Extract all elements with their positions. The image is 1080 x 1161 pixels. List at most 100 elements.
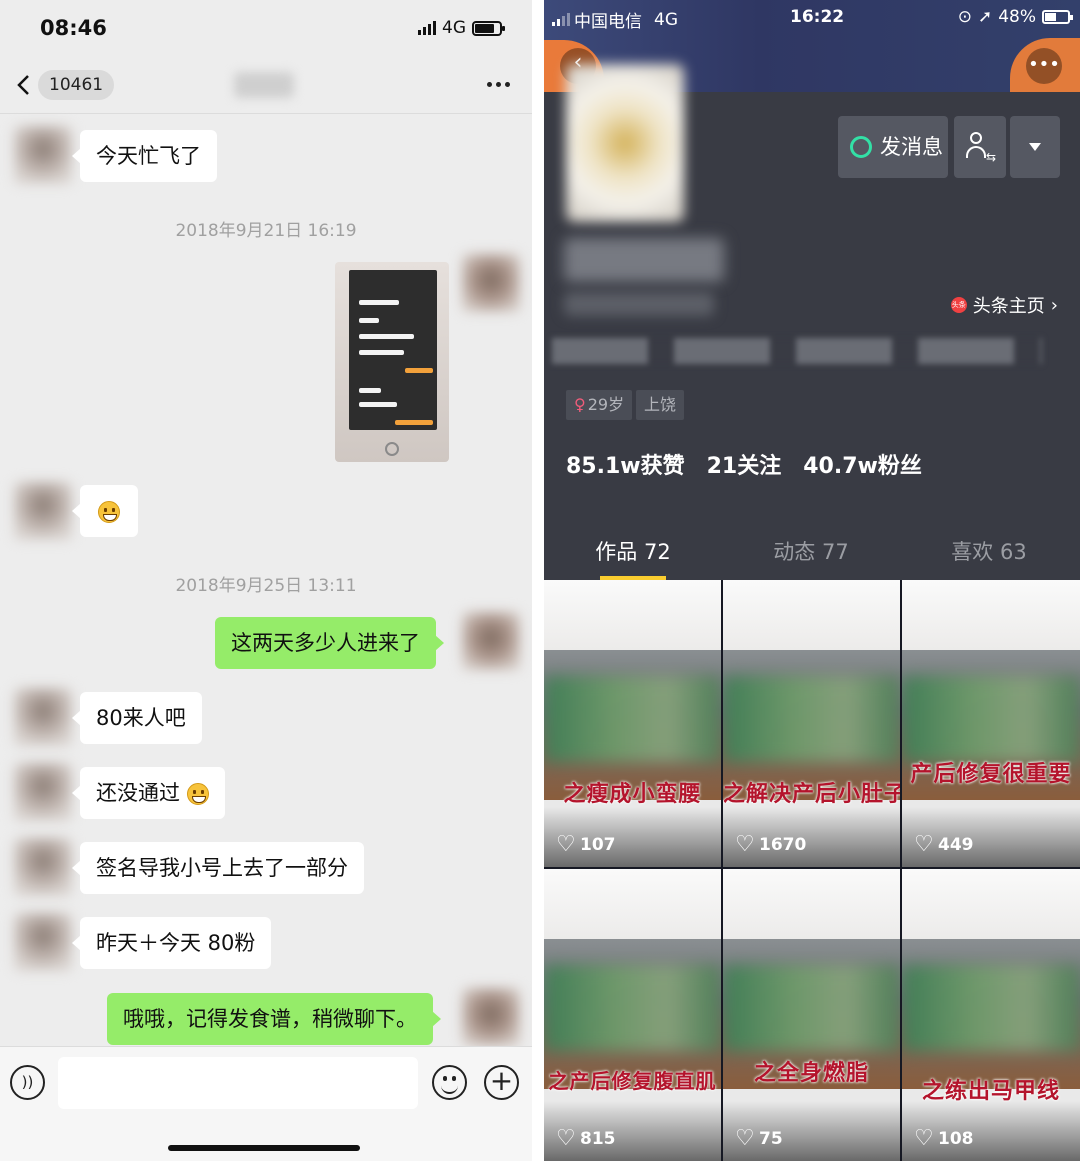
message-bubble-incoming[interactable]: 签名导我小号上去了一部分 [72, 842, 364, 894]
message-bubble-outgoing[interactable]: 哦哦，记得发食谱，稍微聊下。 [107, 993, 441, 1045]
carrier-name: 中国电信 [574, 12, 642, 32]
contact-avatar[interactable] [14, 913, 72, 971]
my-avatar[interactable] [462, 612, 520, 670]
video-likes: 108 [914, 1126, 974, 1151]
message-bubble-incoming[interactable]: 80来人吧 [72, 692, 202, 744]
heart-icon [914, 832, 934, 857]
battery-icon [1042, 10, 1073, 24]
message-text: 还没通过 [96, 781, 180, 805]
location-tag: 上饶 [636, 390, 685, 420]
age-tag: ♀ 29岁 [566, 390, 633, 420]
message-timestamp: 2018年9月21日 16:19 [175, 221, 357, 241]
emoji-button-icon[interactable] [432, 1065, 467, 1100]
contact-avatar[interactable] [14, 126, 72, 184]
add-attachment-icon[interactable]: + [484, 1065, 519, 1100]
status-right: 4G [418, 18, 505, 38]
heart-icon [735, 1126, 755, 1151]
status-bar: 中国电信 4G 16:22 ⊙ ➚ 48% [544, 0, 1080, 34]
profile-avatar[interactable] [566, 64, 684, 222]
send-message-label: 发消息 [880, 135, 943, 159]
female-icon: ♀ [574, 395, 586, 414]
heart-icon [556, 1126, 576, 1151]
screenshot-content [349, 270, 437, 430]
network-label: 4G [654, 9, 678, 30]
shared-screenshot-image[interactable] [335, 262, 449, 462]
panel-divider [532, 0, 544, 1161]
tab-activity[interactable]: 动态 77 [722, 536, 900, 566]
toutiao-homepage-link[interactable]: 头条 头条主页 › [950, 292, 1058, 318]
video-likes: 1670 [735, 832, 806, 857]
profile-tabs: 作品 72 动态 77 喜欢 63 [544, 520, 1080, 580]
follow-settings-button[interactable]: ⇆ [954, 116, 1006, 178]
video-grid: 之瘦成小蛮腰 107 之解决产后小肚子 1670 产后修复很重要 449 之产后… [544, 580, 1080, 1161]
message-bubble-incoming[interactable] [72, 485, 138, 537]
message-bubble-incoming[interactable]: 还没通过 [72, 767, 225, 819]
more-options-icon[interactable]: ••• [1026, 48, 1062, 84]
crying-laughing-emoji-icon [186, 783, 209, 805]
message-timestamp: 2018年9月25日 13:11 [175, 576, 357, 596]
chevron-right-icon: › [1050, 294, 1058, 316]
home-indicator [168, 1145, 360, 1151]
heart-icon [556, 832, 576, 857]
back-chevron-icon[interactable] [16, 74, 32, 96]
video-thumbnail[interactable]: 产后修复很重要 449 [902, 580, 1080, 867]
status-time: 08:46 [40, 16, 107, 40]
status-right: ⊙ ➚ 48% [957, 7, 1073, 27]
network-label: 4G [442, 18, 466, 38]
profile-stats: 85.1w获赞 21关注 40.7w粉丝 [566, 448, 922, 480]
send-message-button[interactable]: 发消息 [838, 116, 948, 178]
grinning-emoji-icon [98, 501, 120, 523]
chat-input-bar: )) + [0, 1046, 532, 1161]
douyin-profile-screen: 中国电信 4G 16:22 ⊙ ➚ 48% ‹ ••• 发消息 ⇆ 头条 头条主… [544, 0, 1080, 1161]
location-arrow-icon: ➚ [977, 7, 993, 27]
video-caption: 之全身燃脂 [753, 1060, 869, 1086]
contact-avatar[interactable] [14, 838, 72, 896]
message-bubble-icon [850, 136, 872, 158]
video-likes: 449 [914, 832, 974, 857]
profile-id-blurred [564, 292, 714, 316]
profile-name-blurred [564, 238, 724, 282]
tab-likes[interactable]: 喜欢 63 [900, 536, 1078, 566]
video-caption: 产后修复很重要 [910, 761, 1072, 787]
message-bubble-outgoing[interactable]: 这两天多少人进来了 [215, 617, 444, 669]
video-likes: 75 [735, 1126, 783, 1151]
battery-percent: 48% [998, 7, 1036, 27]
chat-title-blurred [234, 72, 294, 98]
video-thumbnail[interactable]: 之瘦成小蛮腰 107 [544, 580, 721, 867]
video-thumbnail[interactable]: 之练出马甲线 108 [902, 869, 1080, 1161]
profile-header: 发消息 ⇆ 头条 头条主页 › ♀ 29岁 上饶 85.1w获赞 21关注 40.… [544, 64, 1080, 580]
contact-avatar[interactable] [14, 482, 72, 540]
signal-icon [418, 21, 436, 35]
video-thumbnail[interactable]: 之产后修复腹直肌 815 [544, 869, 721, 1161]
contact-avatar[interactable] [14, 763, 72, 821]
profile-signature-blurred [552, 338, 1042, 364]
followers-count[interactable]: 40.7w粉丝 [803, 448, 922, 480]
contact-avatar[interactable] [14, 688, 72, 746]
following-count[interactable]: 21关注 [707, 448, 782, 480]
message-input[interactable] [58, 1057, 418, 1109]
video-likes: 107 [556, 832, 616, 857]
my-avatar[interactable] [462, 988, 520, 1046]
more-options-icon[interactable] [487, 82, 510, 87]
voice-input-icon[interactable]: )) [10, 1065, 45, 1100]
my-avatar[interactable] [462, 254, 520, 312]
video-thumbnail[interactable]: 之解决产后小肚子 1670 [723, 580, 900, 867]
wechat-chat-screen: 08:46 4G 10461 今天忙飞了 2018年9月21日 16:19 20… [0, 0, 532, 1161]
tab-works[interactable]: 作品 72 [544, 536, 722, 566]
carrier-info: 中国电信 4G [552, 7, 678, 32]
likes-count[interactable]: 85.1w获赞 [566, 448, 685, 480]
heart-icon [735, 832, 755, 857]
signal-icon [552, 13, 570, 26]
rotation-lock-icon: ⊙ [957, 7, 972, 27]
battery-icon [472, 20, 505, 36]
chat-header: 10461 [0, 56, 532, 114]
video-thumbnail[interactable]: 之全身燃脂 75 [723, 869, 900, 1161]
video-caption: 之产后修复腹直肌 [548, 1069, 717, 1093]
toutiao-link-label: 头条主页 [972, 296, 1045, 317]
status-time: 16:22 [790, 7, 845, 27]
message-bubble-incoming[interactable]: 今天忙飞了 [72, 130, 217, 182]
dropdown-toggle-icon[interactable] [1010, 116, 1060, 178]
heart-icon [914, 1126, 934, 1151]
message-bubble-incoming[interactable]: 昨天＋今天 80粉 [71, 917, 272, 969]
unread-count-badge[interactable]: 10461 [38, 70, 115, 100]
